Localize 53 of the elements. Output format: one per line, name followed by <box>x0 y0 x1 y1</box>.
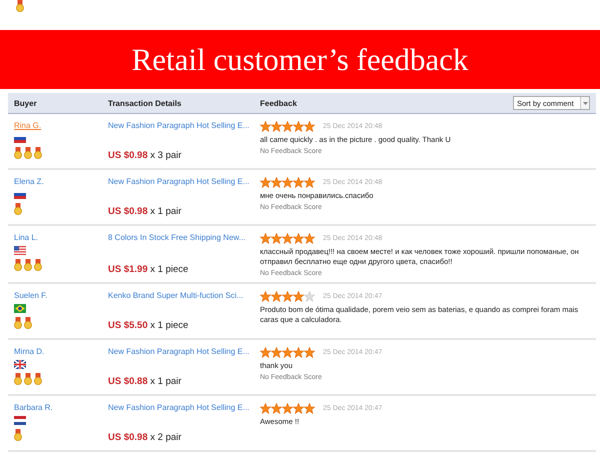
star-icon <box>304 403 315 414</box>
star-icon <box>260 233 271 244</box>
product-link[interactable]: New Fashion Paragraph Hot Selling E... <box>108 177 254 186</box>
star-icon <box>282 291 293 302</box>
buyer-link[interactable]: Suelen F. <box>14 291 48 300</box>
star-icon <box>271 347 282 358</box>
star-icon <box>271 177 282 188</box>
price-quantity: US $0.98 x 2 pair <box>108 432 182 443</box>
star-icon <box>293 347 304 358</box>
star-icon <box>282 347 293 358</box>
star-icon <box>304 233 315 244</box>
product-link[interactable]: New Fashion Paragraph Hot Selling E... <box>108 121 254 130</box>
buyer-link[interactable]: Barbara R. <box>14 403 53 412</box>
star-icon <box>304 291 315 302</box>
price-quantity: US $5.50 x 1 piece <box>108 320 190 331</box>
buyer-link[interactable]: Elena Z. <box>14 177 44 186</box>
star-icon <box>271 291 282 302</box>
star-icon <box>282 233 293 244</box>
buyer-link[interactable]: Rina G. <box>14 121 42 130</box>
star-icon <box>304 177 315 188</box>
star-icon <box>293 177 304 188</box>
column-header: Feedback <box>260 98 298 108</box>
star-icon <box>282 121 293 132</box>
product-link[interactable]: 8 Colors In Stock Free Shipping New... <box>108 233 254 242</box>
product-link[interactable]: Kenko Brand Super Multi-fuction Sci... <box>108 291 254 300</box>
buyer-link[interactable]: Mirna D. <box>14 347 44 356</box>
star-icon <box>260 347 271 358</box>
product-link[interactable]: New Fashion Paragraph Hot Selling E... <box>108 403 254 412</box>
column-header: Transaction Details <box>108 98 182 108</box>
star-icon <box>293 121 304 132</box>
price-quantity: US $0.98 x 1 pair <box>108 206 182 217</box>
buyer-link[interactable]: Lina L. <box>14 233 38 242</box>
banner-title: Retail customer’s feedback <box>132 42 468 78</box>
price-quantity: US $0.88 x 1 pair <box>108 376 182 387</box>
star-icon <box>304 121 315 132</box>
caret-icon <box>582 102 588 104</box>
star-icon <box>271 403 282 414</box>
star-icon <box>260 121 271 132</box>
star-icon <box>293 403 304 414</box>
star-icon <box>293 233 304 244</box>
price-quantity: US $1.99 x 1 piece <box>108 264 190 275</box>
price-quantity: US $0.98 x 3 pair <box>108 150 182 161</box>
star-icon <box>260 291 271 302</box>
product-link[interactable]: New Fashion Paragraph Hot Selling E... <box>108 347 254 356</box>
star-icon <box>260 403 271 414</box>
column-header: Buyer <box>14 98 38 108</box>
star-icon <box>282 177 293 188</box>
star-icon <box>293 291 304 302</box>
star-icon <box>304 347 315 358</box>
star-icon <box>282 403 293 414</box>
star-icon <box>271 121 282 132</box>
star-icon <box>271 233 282 244</box>
star-icon <box>260 177 271 188</box>
